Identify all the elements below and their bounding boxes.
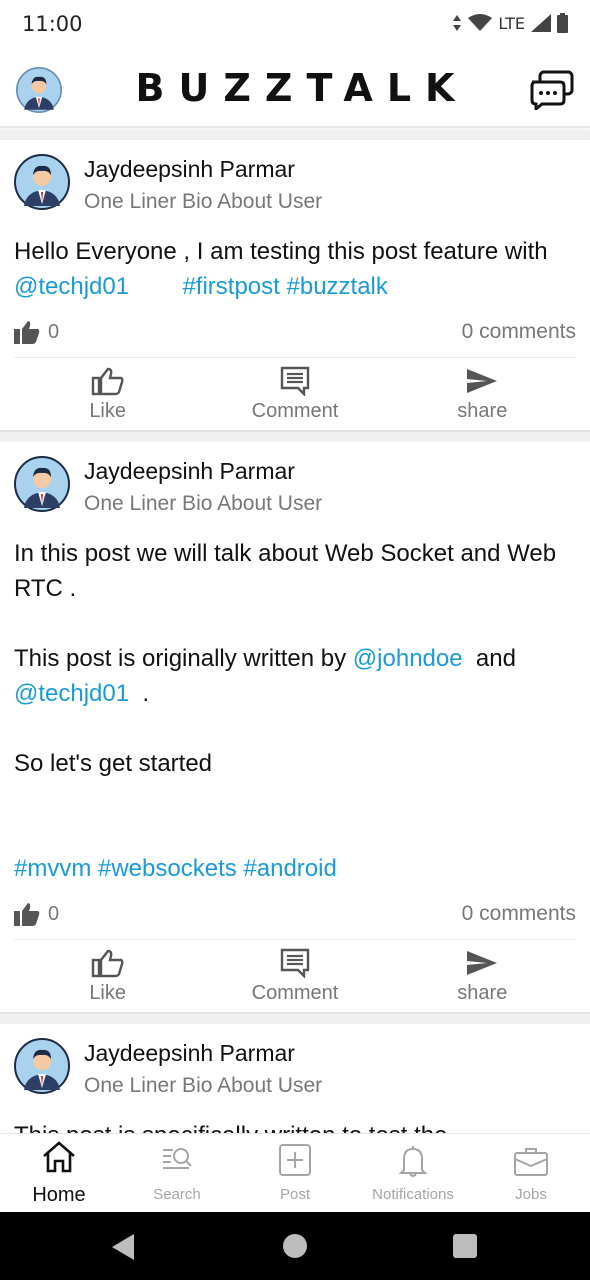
comment-button[interactable]: Comment <box>201 940 388 1012</box>
post-text: and <box>475 645 516 672</box>
like-label: Like <box>89 399 127 422</box>
status-time: 11:00 <box>22 12 83 36</box>
post-header: Jaydeepsinh Parmar One Liner Bio About Us… <box>14 442 576 526</box>
comment-label: Comment <box>251 981 339 1004</box>
hashtag-link[interactable]: #mvvm #websockets #android <box>14 855 337 882</box>
author-avatar[interactable] <box>14 456 70 512</box>
post-stats: 0 0 comments <box>14 304 576 358</box>
bottom-nav: Home Search Post Notifications Jobs <box>0 1133 590 1212</box>
post-header: Jaydeepsinh Parmar One Liner Bio About Us… <box>14 1024 576 1108</box>
author-bio: One Liner Bio About User <box>84 1074 323 1097</box>
author-bio: One Liner Bio About User <box>84 190 323 213</box>
chat-icon[interactable] <box>530 70 574 110</box>
network-type: LTE <box>498 13 525 33</box>
post-text: Hello Everyone , I am testing this post … <box>14 238 555 265</box>
share-button[interactable]: share <box>389 358 576 430</box>
thumbs-up-filled-icon <box>14 903 40 926</box>
post-body: This post is specifically written to tes… <box>14 1108 576 1133</box>
signal-icon <box>531 14 551 32</box>
back-icon[interactable] <box>112 1234 134 1260</box>
data-arrows-icon <box>453 15 462 31</box>
bell-icon <box>395 1144 431 1182</box>
nav-label: Post <box>279 1185 310 1203</box>
author-name[interactable]: Jaydeepsinh Parmar <box>84 458 295 485</box>
nav-label: Notifications <box>372 1185 454 1203</box>
like-count-value: 0 <box>48 320 60 343</box>
share-label: share <box>457 981 508 1004</box>
like-icon <box>91 367 124 395</box>
mention-link[interactable]: @johndoe <box>353 645 463 672</box>
briefcase-icon <box>513 1144 549 1182</box>
author-name[interactable]: Jaydeepsinh Parmar <box>84 156 295 183</box>
post-card[interactable]: Jaydeepsinh Parmar One Liner Bio About Us… <box>0 1024 590 1133</box>
mention-link[interactable]: @techjd01 <box>14 273 129 300</box>
comment-label: Comment <box>251 399 339 422</box>
wifi-icon <box>468 14 493 31</box>
post-stats: 0 0 comments <box>14 886 576 940</box>
post-actions: Like Comment share <box>14 358 576 430</box>
nav-item-search[interactable]: Search <box>118 1134 236 1212</box>
status-bar: 11:00 LTE <box>0 0 590 50</box>
share-icon <box>467 368 498 393</box>
like-button[interactable]: Like <box>14 358 201 430</box>
post-text: This post is specifically written to tes… <box>14 1122 448 1133</box>
author-bio: One Liner Bio About User <box>84 492 323 515</box>
battery-icon <box>557 13 568 33</box>
feed[interactable]: Jaydeepsinh Parmar One Liner Bio About Us… <box>0 130 590 1133</box>
comment-count[interactable]: 0 comments <box>462 320 576 344</box>
post-card[interactable]: Jaydeepsinh Parmar One Liner Bio About Us… <box>0 140 590 432</box>
author-name[interactable]: Jaydeepsinh Parmar <box>84 1040 295 1067</box>
post-actions: Like Comment share <box>14 940 576 1012</box>
app-title: BUZZTALK <box>135 66 469 110</box>
like-button[interactable]: Like <box>14 940 201 1012</box>
nav-label: Search <box>153 1185 201 1203</box>
like-icon <box>91 949 124 977</box>
share-label: share <box>457 399 508 422</box>
post-header: Jaydeepsinh Parmar One Liner Bio About Us… <box>14 140 576 224</box>
search-icon <box>159 1144 195 1182</box>
like-count: 0 <box>14 902 59 926</box>
mention-link[interactable]: @techjd01 <box>14 680 129 707</box>
nav-item-notifications[interactable]: Notifications <box>354 1134 472 1212</box>
home-icon <box>41 1140 77 1180</box>
nav-label: Home <box>32 1183 86 1206</box>
app-bar: BUZZTALK <box>0 50 590 128</box>
comment-icon <box>280 366 310 396</box>
hashtag-link[interactable]: #firstpost #buzztalk <box>182 273 387 300</box>
post-card[interactable]: Jaydeepsinh Parmar One Liner Bio About Us… <box>0 442 590 1014</box>
post-body: Hello Everyone , I am testing this post … <box>14 224 576 304</box>
nav-item-home[interactable]: Home <box>0 1134 118 1212</box>
comment-icon <box>280 948 310 978</box>
home-circle-icon[interactable] <box>283 1234 307 1258</box>
thumbs-up-filled-icon <box>14 321 40 344</box>
system-nav-bar <box>0 1212 590 1280</box>
comment-button[interactable]: Comment <box>201 358 388 430</box>
share-icon <box>467 950 498 975</box>
status-icons: LTE <box>452 13 568 33</box>
post-text <box>129 273 182 300</box>
like-label: Like <box>89 981 127 1004</box>
nav-item-post[interactable]: Post <box>236 1134 354 1212</box>
author-avatar[interactable] <box>14 1038 70 1094</box>
like-count-value: 0 <box>48 902 60 925</box>
comment-count[interactable]: 0 comments <box>462 902 576 926</box>
share-button[interactable]: share <box>389 940 576 1012</box>
add-post-icon <box>277 1143 313 1182</box>
post-body: In this post we will talk about Web Sock… <box>14 526 576 886</box>
author-avatar[interactable] <box>14 154 70 210</box>
nav-label: Jobs <box>515 1185 547 1203</box>
nav-item-jobs[interactable]: Jobs <box>472 1134 590 1212</box>
like-count: 0 <box>14 320 59 344</box>
recents-icon[interactable] <box>453 1234 477 1258</box>
